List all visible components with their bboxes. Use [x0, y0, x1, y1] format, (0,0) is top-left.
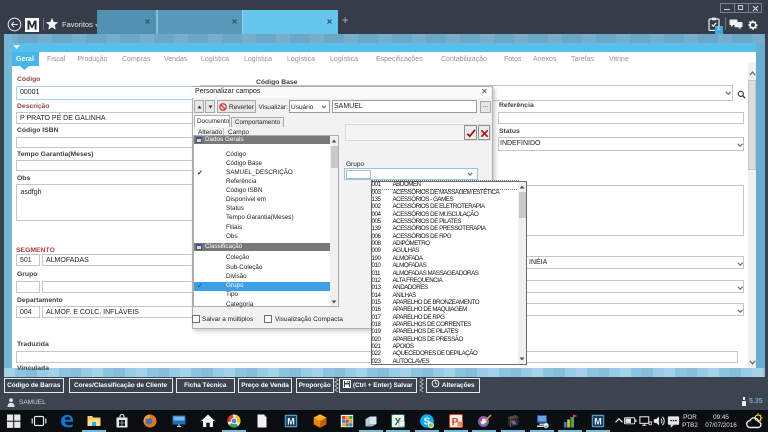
svg-text:M: M — [287, 417, 295, 427]
svg-text:M: M — [594, 417, 602, 427]
